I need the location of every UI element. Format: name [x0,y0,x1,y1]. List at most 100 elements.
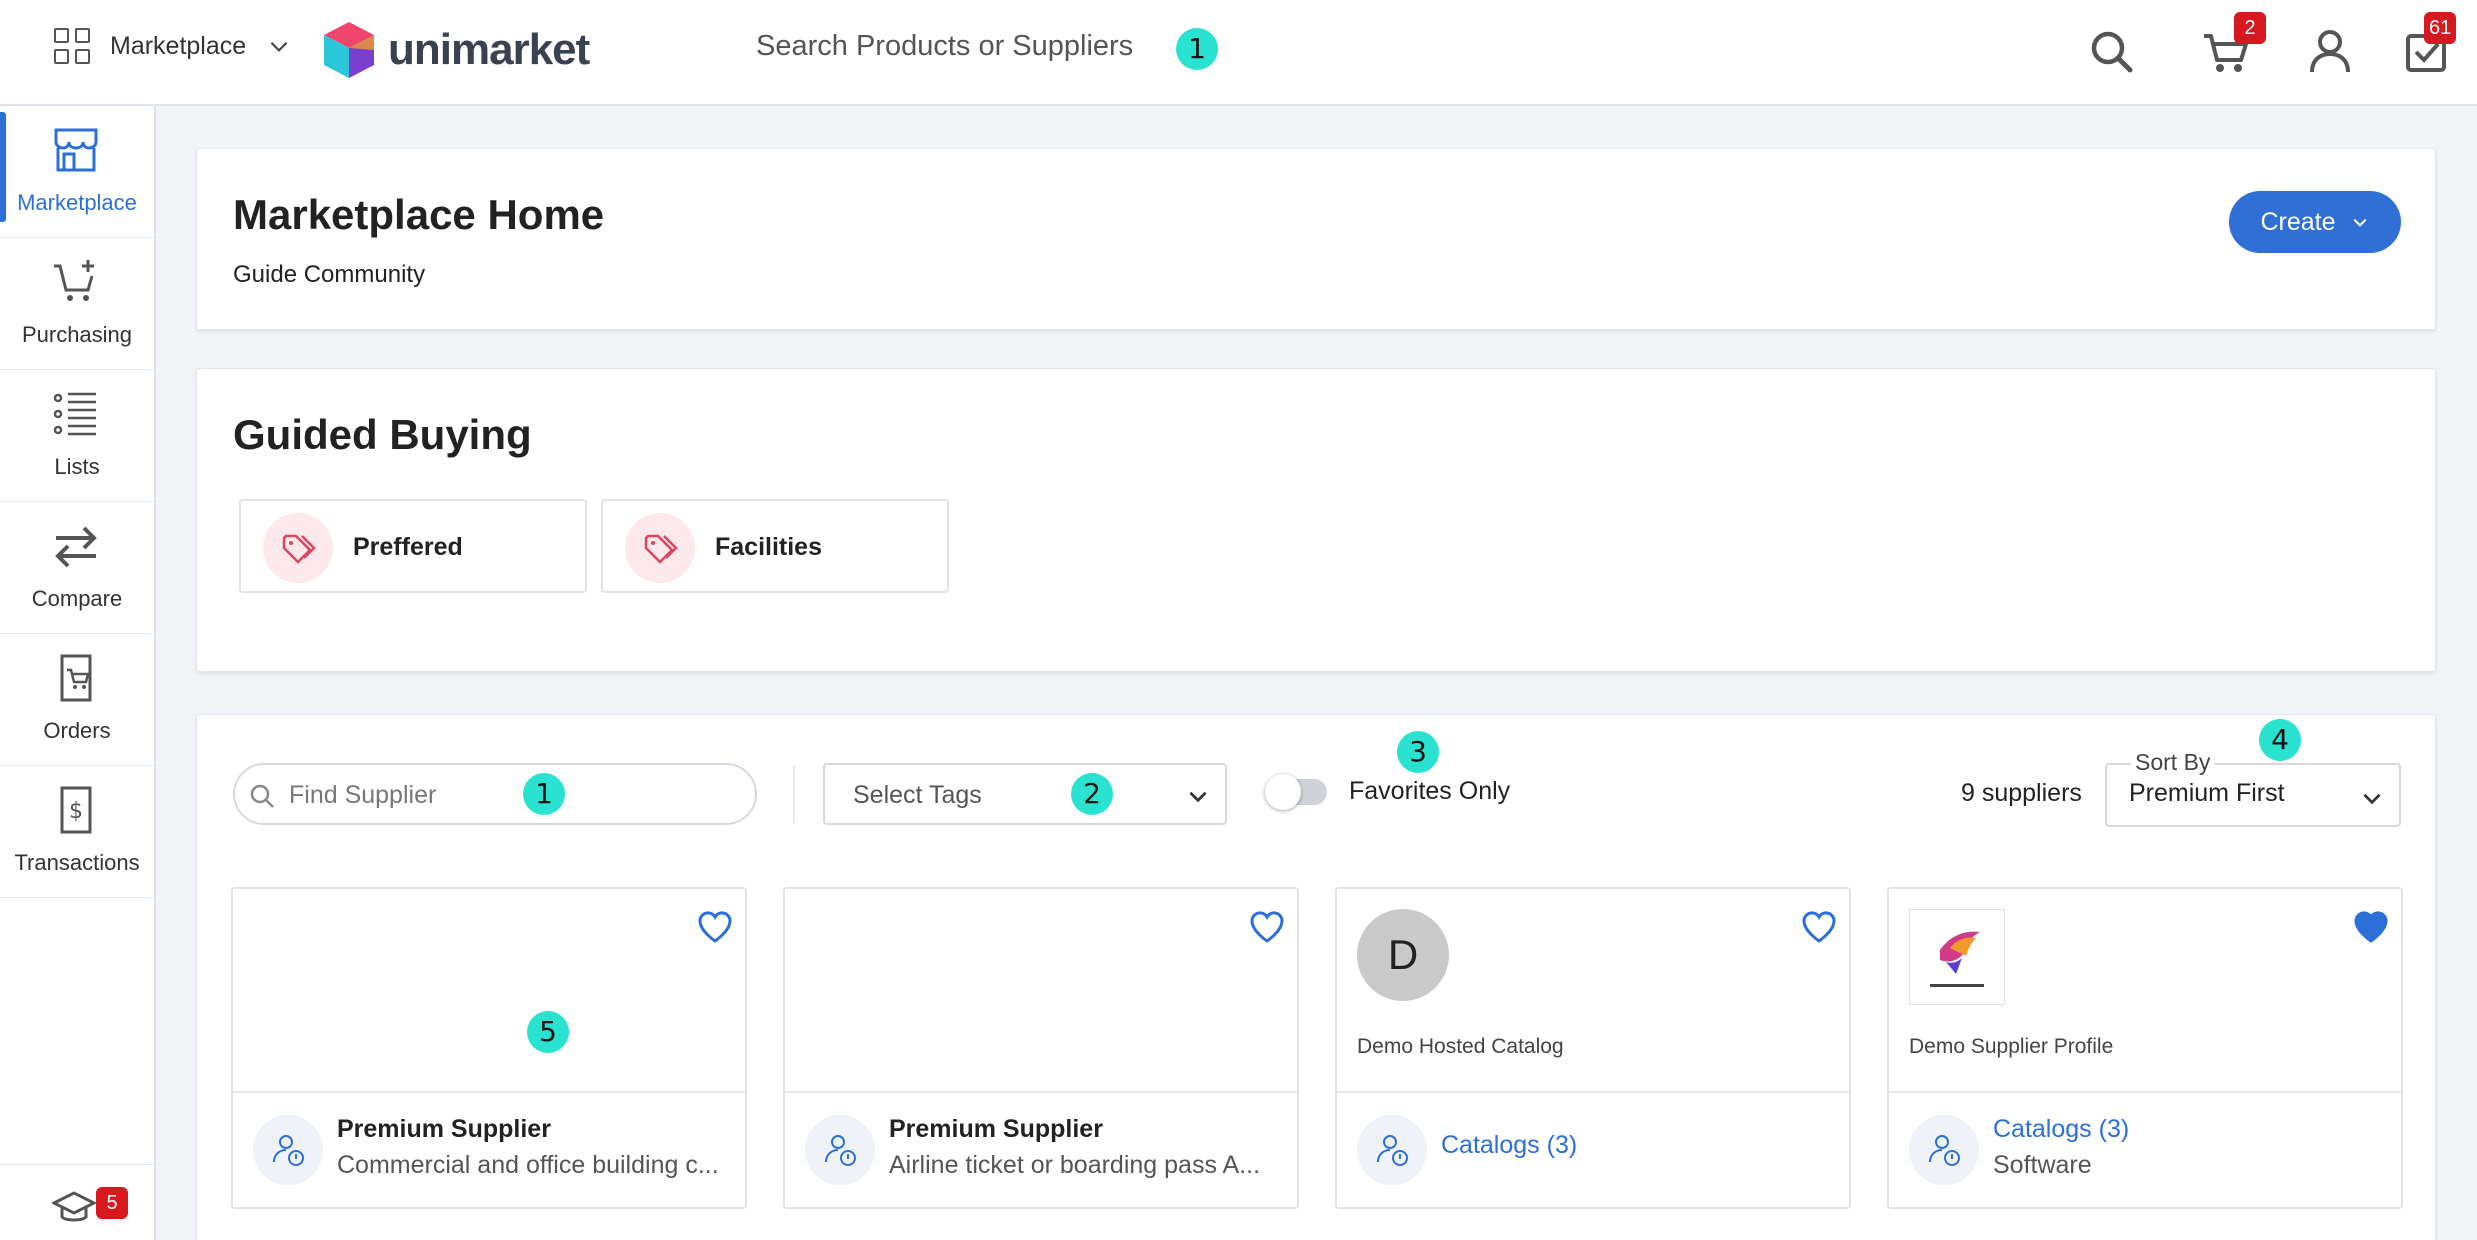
supplier-type-badge [1357,1115,1427,1185]
favorites-only-toggle[interactable] [1265,774,1327,810]
app-switcher[interactable]: Marketplace [54,28,292,64]
top-bar: Marketplace unimarket Search Products or… [0,0,2477,106]
cart-button[interactable]: 2 [2198,12,2266,82]
chevron-down-icon [270,41,288,52]
suppliers-panel: Find Supplier 1 Select Tags 2 Favorites … [196,714,2436,1240]
chevron-down-icon [2363,793,2381,805]
chevron-down-icon [1189,791,1207,803]
favorite-heart-icon[interactable] [1247,907,1287,947]
premium-supplier-icon [273,1135,304,1166]
logo-cube-icon [324,22,374,78]
graduation-cap-icon [52,1191,96,1222]
section-title: Guided Buying [233,411,532,458]
annotation-marker: 1 [523,773,565,815]
card-divider [1337,1091,1849,1093]
find-supplier-placeholder: Find Supplier [289,781,437,809]
page-subtitle: Guide Community [233,261,426,288]
supplier-user-icon [1377,1135,1408,1166]
sidebar-item-compare[interactable]: Compare [0,502,154,634]
sidebar-item-label: Marketplace [17,190,137,215]
find-supplier-input[interactable]: Find Supplier [233,763,757,825]
sidebar-item-label: Orders [43,718,111,743]
supplier-card[interactable]: Demo Supplier Profile Catalogs (3) Softw… [1887,887,2403,1209]
apps-grid-icon [54,28,90,64]
guided-buying-card[interactable]: Facilities [601,499,949,593]
dollar-doc-icon: $ [60,786,92,834]
supplier-tier: Premium Supplier [889,1115,1103,1143]
unimarket-logo[interactable]: unimarket [322,20,590,80]
marketplace-home-panel: Marketplace Home Guide Community Create [196,148,2436,330]
app-switcher-label: Marketplace [110,31,247,60]
create-button-label: Create [2260,207,2336,236]
supplier-count: 9 suppliers [1961,779,2082,807]
learning-button[interactable]: 5 [0,1164,154,1240]
cart-plus-icon [54,260,94,301]
tag-icon-circle [625,513,695,583]
annotation-marker: 3 [1397,731,1439,773]
guided-buying-panel: Guided Buying Preffered Facilities [196,368,2436,672]
page-title: Marketplace Home [233,191,605,238]
sidebar-item-orders[interactable]: Orders [0,634,154,766]
toggle-knob [1265,774,1301,810]
annotation-marker: 4 [2259,719,2301,761]
search-icon[interactable] [2082,22,2142,82]
premium-supplier-icon [825,1135,856,1166]
favorite-heart-icon[interactable] [1799,907,1839,947]
list-icon [53,392,96,436]
annotation-marker: 5 [527,1011,569,1053]
user-icon[interactable] [2300,22,2360,82]
sort-by-legend: Sort By [2131,749,2215,776]
card-divider [785,1091,1297,1093]
sidebar-item-marketplace[interactable]: Marketplace [0,106,154,238]
supplier-card[interactable]: D Demo Hosted Catalog Catalogs (3) [1335,887,1851,1209]
card-divider [233,1091,745,1093]
sidebar-item-label: Transactions [14,850,140,875]
compare-arrows-icon [55,526,97,568]
sort-by-value: Premium First [2129,779,2285,807]
supplier-type-badge [253,1115,323,1185]
supplier-name: Demo Supplier Profile [1909,1035,2114,1058]
sidebar-item-purchasing[interactable]: Purchasing [0,238,154,370]
sidebar-item-label: Lists [54,454,100,479]
supplier-tier: Premium Supplier [337,1115,551,1143]
tags-icon [282,534,316,564]
tasks-button[interactable]: 61 [2398,12,2458,82]
learning-badge: 5 [96,1187,128,1219]
tag-icon-circle [263,513,333,583]
supplier-card[interactable]: 5 Premium Supplier Commercial and office… [231,887,747,1209]
tags-icon [644,534,678,564]
favorite-heart-icon[interactable] [695,907,735,947]
sidebar: Marketplace Purchasing Lists Compare Ord… [0,106,156,1240]
global-search[interactable]: Search Products or Suppliers [756,30,1133,63]
bird-logo-icon [1930,931,1984,987]
svg-text:$: $ [69,799,83,824]
cart-badge: 2 [2234,12,2266,44]
guided-buying-card-label: Preffered [353,533,463,561]
supplier-name: Demo Hosted Catalog [1357,1035,1564,1058]
favorite-heart-filled-icon[interactable] [2351,907,2391,947]
tasks-badge: 61 [2424,12,2457,44]
annotation-marker: 1 [1176,28,1218,70]
annotation-marker: 2 [1071,773,1113,815]
storefront-icon [54,128,98,172]
guided-buying-card-label: Facilities [715,533,822,561]
sidebar-item-lists[interactable]: Lists [0,370,154,502]
sidebar-item-transactions[interactable]: $ Transactions [0,766,154,898]
select-tags-placeholder: Select Tags [853,781,982,809]
supplier-description: Airline ticket or boarding pass A... [889,1151,1261,1179]
supplier-type-badge [805,1115,875,1185]
supplier-category: Software [1993,1151,2092,1179]
supplier-description: Commercial and office building c... [337,1151,719,1179]
supplier-card[interactable]: Premium Supplier Airline ticket or board… [783,887,1299,1209]
catalogs-link[interactable]: Catalogs (3) [1993,1115,2129,1144]
guided-buying-card[interactable]: Preffered [239,499,587,593]
supplier-logo [1909,909,2005,1005]
chevron-down-icon [2352,218,2367,227]
favorites-only-label: Favorites Only [1349,777,1511,805]
create-button[interactable]: Create [2229,191,2401,253]
logo-text: unimarket [388,25,590,74]
select-tags-dropdown[interactable]: Select Tags [823,763,1227,825]
catalogs-link[interactable]: Catalogs (3) [1441,1131,1577,1160]
search-icon [250,784,274,808]
sort-by-dropdown[interactable]: Sort By Premium First [2105,749,2401,827]
